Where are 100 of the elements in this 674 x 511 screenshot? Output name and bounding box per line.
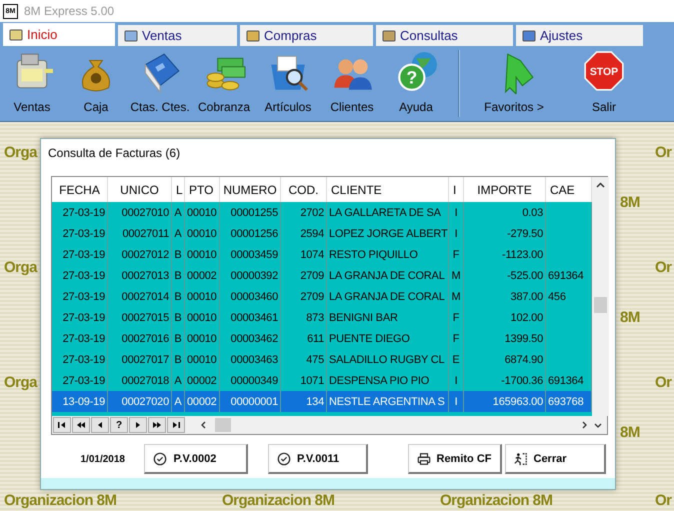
table-cell: 2709 [281, 265, 327, 286]
table-cell: 00027013 [108, 265, 172, 286]
table-cell: 27-03-19 [52, 223, 108, 244]
table-cell: NESTLE ARGENTINA S [327, 391, 449, 412]
table-row[interactable]: 13-09-19 00027020 A 00002 00000001 134 NESTLE ARGENTINA S I 165963.00 693768 [52, 391, 592, 412]
table-cell: 00003461 [220, 307, 281, 328]
navigator-button[interactable] [129, 417, 147, 434]
table-cell: 00027011 [108, 223, 172, 244]
wallpaper-text: Orga [4, 259, 38, 276]
table-cell: A [172, 391, 185, 412]
table-cell: 13-09-19 [52, 391, 108, 412]
column-header[interactable]: PTO [185, 177, 220, 202]
toolbar-button[interactable]: Ctas. Ctes. [128, 46, 192, 121]
table-cell: A [172, 223, 185, 244]
toolbar-button[interactable]: Favoritos > [469, 46, 559, 121]
check-circle-icon [276, 452, 291, 466]
menu-tab[interactable]: Ajustes [516, 25, 643, 46]
table-row[interactable]: 27-03-19 00027015 B 00010 00003461 873 BENIGNI BAR F 102.00 [52, 307, 592, 328]
table-cell: -1123.00 [464, 244, 546, 266]
table-row[interactable]: 27-03-19 00027016 B 00010 00003462 611 PUENTE DIEGO F 1399.50 [52, 328, 592, 350]
table-cell: 6874.90 [464, 349, 546, 370]
table-cell: 102.00 [464, 307, 546, 328]
toolbar-button[interactable]: Ventas [0, 46, 64, 121]
menu-tab[interactable]: Inicio [3, 23, 115, 46]
toolbar-button[interactable]: ? Ayuda [384, 46, 448, 121]
table-cell: 00027016 [108, 328, 172, 350]
table-cell: 00010 [185, 307, 220, 328]
table-cell: BENIGNI BAR [327, 307, 449, 328]
table-row[interactable]: 27-03-19 00027012 B 00010 00003459 1074 RESTO PIQUILLO F -1123.00 [52, 244, 592, 266]
column-header[interactable]: CLIENTE [327, 177, 449, 202]
scrollbar-thumb[interactable] [215, 418, 231, 432]
action-button[interactable]: P.V.0002 [144, 444, 248, 474]
table-cell: 00003463 [220, 349, 281, 370]
column-header[interactable]: I [449, 177, 464, 202]
running-exit-icon [514, 452, 528, 466]
tab-icon [124, 28, 138, 42]
tab-icon [382, 28, 396, 42]
wallpaper-text: Or [655, 259, 672, 276]
table-cell: 1074 [281, 244, 327, 266]
menu-tab[interactable]: Compras [240, 25, 373, 46]
table-row[interactable]: 27-03-19 00027017 B 00010 00003463 475 SALADILLO RUGBY CL E 6874.90 [52, 349, 592, 370]
navigator-button[interactable] [53, 417, 71, 434]
scrollbar-thumb[interactable] [594, 297, 607, 314]
table-cell: 00027012 [108, 244, 172, 266]
table-cell: 27-03-19 [52, 202, 108, 224]
table-cell: 00001256 [220, 223, 281, 244]
printer-icon [416, 452, 430, 466]
column-header[interactable]: L [172, 177, 185, 202]
table-row[interactable]: 27-03-19 00027013 B 00002 00000392 2709 LA GRANJA DE CORAL M -525.00 691364 [52, 265, 592, 286]
table-cell: 165963.00 [464, 391, 546, 412]
table-cell: 2709 [281, 286, 327, 308]
tab-icon [9, 28, 23, 42]
table-cell: 27-03-19 [52, 286, 108, 308]
navigator-button[interactable] [72, 417, 90, 434]
column-header[interactable]: UNICO [108, 177, 172, 202]
toolbar-button[interactable]: Clientes [320, 46, 384, 121]
menu-tab[interactable]: Ventas [118, 25, 237, 46]
table-cell: 27-03-19 [52, 349, 108, 370]
table-cell: 00001255 [220, 202, 281, 224]
tab-icon [246, 28, 260, 42]
toolbar-button[interactable]: Caja [64, 46, 128, 121]
toolbar-button[interactable]: Artículos [256, 46, 320, 121]
table-cell: SALADILLO RUGBY CL [327, 349, 449, 370]
action-button[interactable]: P.V.0011 [268, 444, 368, 474]
table-cell: E [449, 349, 464, 370]
table-cell: 00003459 [220, 244, 281, 266]
table-cell: I [449, 223, 464, 244]
table-row[interactable]: 27-03-19 00027014 B 00010 00003460 2709 LA GRANJA DE CORAL M 387.00 456 [52, 286, 592, 308]
column-header[interactable]: FECHA [52, 177, 108, 202]
toolbar-button[interactable]: Cobranza [192, 46, 256, 121]
wallpaper-text: Organizacion 8M [222, 492, 335, 509]
menu-tab[interactable]: Consultas [376, 25, 513, 46]
table-cell: B [172, 265, 185, 286]
wallpaper-text: 8M [620, 194, 640, 211]
action-button[interactable]: Cerrar [504, 444, 606, 474]
table-cell: 00002 [185, 265, 220, 286]
table-cell: F [449, 328, 464, 350]
vertical-scrollbar[interactable] [592, 177, 609, 416]
wallpaper-text: 8M [620, 424, 640, 441]
navigator-button[interactable] [167, 417, 185, 434]
table-cell: 2702 [281, 202, 327, 224]
navigator-button[interactable] [148, 417, 166, 434]
table-cell: -279.50 [464, 223, 546, 244]
table-cell: 27-03-19 [52, 244, 108, 266]
help-button[interactable]: ? [110, 417, 128, 434]
navigator-button[interactable] [91, 417, 109, 434]
column-header[interactable]: COD. [281, 177, 327, 202]
toolbar-button[interactable]: STOP Salir [559, 46, 649, 121]
column-header[interactable]: IMPORTE [464, 177, 546, 202]
table-cell: 2594 [281, 223, 327, 244]
table-row[interactable]: 27-03-19 00027011 A 00010 00001256 2594 LOPEZ JORGE ALBERT I -279.50 [52, 223, 592, 244]
table-cell: PUENTE DIEGO [327, 328, 449, 350]
table-cell: B [172, 307, 185, 328]
column-header[interactable]: NUMERO [220, 177, 281, 202]
check-circle-icon [153, 452, 168, 466]
action-button[interactable]: Remito CF [408, 444, 502, 474]
table-cell: LA GRANJA DE CORAL [327, 286, 449, 308]
wallpaper-text: Orga [4, 144, 38, 161]
table-cell: 00000392 [220, 265, 281, 286]
table-row[interactable]: 27-03-19 00027010 A 00010 00001255 2702 LA GALLARETA DE SA I 0.03 [52, 202, 592, 224]
